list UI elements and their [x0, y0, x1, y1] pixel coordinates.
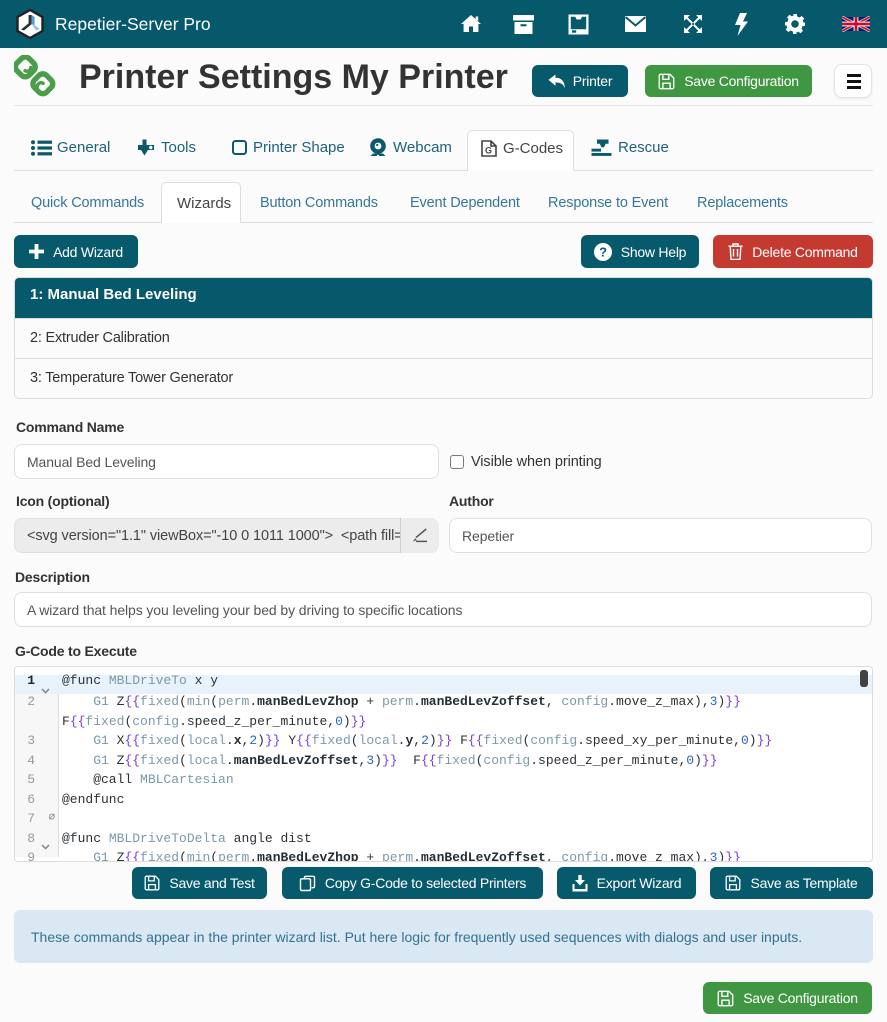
svg-text:G: G [485, 145, 492, 155]
svg-text:?: ? [599, 244, 607, 259]
